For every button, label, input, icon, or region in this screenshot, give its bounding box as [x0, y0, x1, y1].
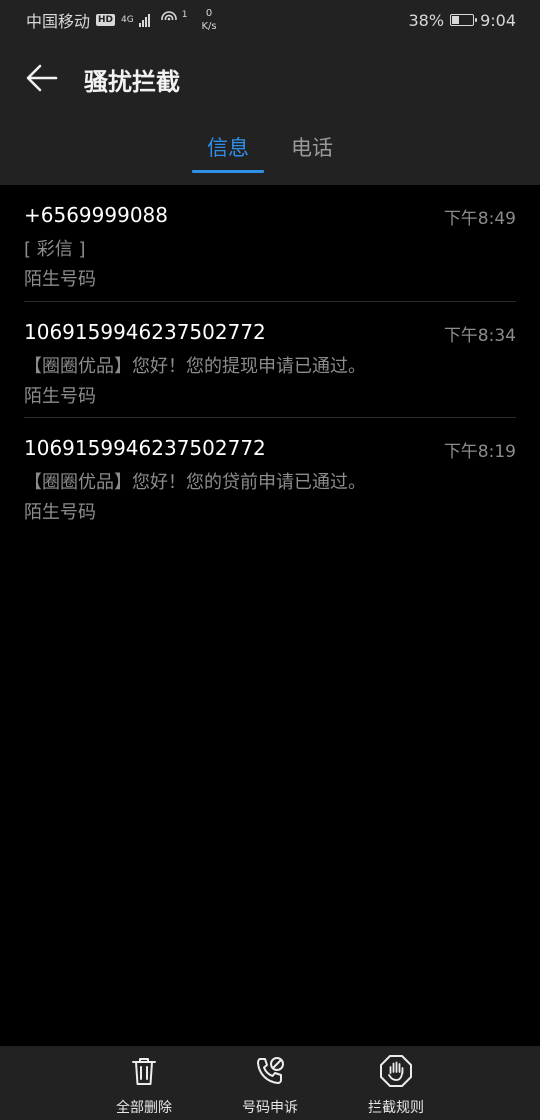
sender-tag: 陌生号码 — [24, 502, 96, 523]
hand-stop-icon — [380, 1055, 412, 1087]
number-appeal-button[interactable]: 号码申诉 — [220, 1054, 320, 1118]
battery-fill — [452, 16, 460, 24]
trash-icon — [132, 1058, 156, 1085]
sender-number: +6569999088 — [24, 203, 169, 227]
sender-number: 1069159946237502772 — [24, 320, 266, 344]
back-button[interactable] — [24, 60, 60, 96]
sender-tag: 陌生号码 — [24, 269, 96, 290]
network-speed: 0 K/s — [201, 7, 216, 33]
bottom-toolbar: 全部删除 号码申诉 拦截规则 — [0, 1046, 540, 1120]
sender-number: 1069159946237502772 — [24, 436, 266, 460]
list-item[interactable]: 1069159946237502772 下午8:34 【圈圈优品】您好！您的提现… — [24, 301, 516, 417]
active-tab-indicator — [192, 170, 264, 173]
sender-tag: 陌生号码 — [24, 386, 96, 407]
wifi-indicator: 1 — [181, 10, 188, 20]
block-rules-button[interactable]: 拦截规则 — [346, 1054, 446, 1118]
message-time: 下午8:34 — [443, 326, 516, 346]
hd-badge: HD — [96, 14, 116, 26]
status-left: 中国移动 HD 4G 1 0 K/s — [26, 7, 217, 33]
arrow-left-icon — [26, 64, 58, 92]
message-time: 下午8:49 — [443, 209, 516, 229]
message-preview: 【圈圈优品】您好！您的提现申请已通过。 — [24, 356, 366, 377]
signal-icon — [138, 13, 150, 27]
number-appeal-label: 号码申诉 — [242, 1100, 298, 1116]
speed-value: 0 — [205, 8, 213, 19]
tab-calls[interactable]: 电话 — [278, 130, 346, 174]
message-preview: 【圈圈优品】您好！您的贷前申请已通过。 — [24, 472, 366, 493]
carrier-name: 中国移动 — [26, 12, 91, 31]
phone-blocked-icon — [257, 1057, 284, 1084]
app-header: 骚扰拦截 信息 电话 — [0, 40, 540, 185]
delete-all-button[interactable]: 全部删除 — [94, 1054, 194, 1118]
status-bar: 中国移动 HD 4G 1 0 K/s 38% 9:04 — [0, 0, 540, 40]
screen: 中国移动 HD 4G 1 0 K/s 38% 9:04 骚扰拦截 信息 电话 +… — [0, 0, 540, 1120]
block-rules-label: 拦截规则 — [368, 1100, 424, 1116]
list-item[interactable]: +6569999088 下午8:49 [ 彩信 ] 陌生号码 — [24, 185, 516, 301]
list-item[interactable]: 1069159946237502772 下午8:19 【圈圈优品】您好！您的贷前… — [24, 417, 516, 533]
tab-messages[interactable]: 信息 — [192, 130, 264, 174]
network-type: 4G — [121, 14, 134, 25]
tab-bar: 信息 电话 — [0, 130, 540, 185]
message-preview: [ 彩信 ] — [24, 239, 86, 260]
wifi-icon — [159, 10, 178, 30]
battery-percent: 38% — [408, 10, 445, 30]
speed-unit: K/s — [201, 21, 217, 32]
battery-icon — [450, 14, 478, 26]
page-title: 骚扰拦截 — [84, 68, 180, 96]
blocked-message-list: +6569999088 下午8:49 [ 彩信 ] 陌生号码 106915994… — [0, 185, 540, 533]
clock: 9:04 — [480, 10, 516, 30]
status-right: 38% 9:04 — [409, 11, 517, 30]
delete-all-label: 全部删除 — [116, 1100, 172, 1116]
message-time: 下午8:19 — [443, 442, 516, 462]
